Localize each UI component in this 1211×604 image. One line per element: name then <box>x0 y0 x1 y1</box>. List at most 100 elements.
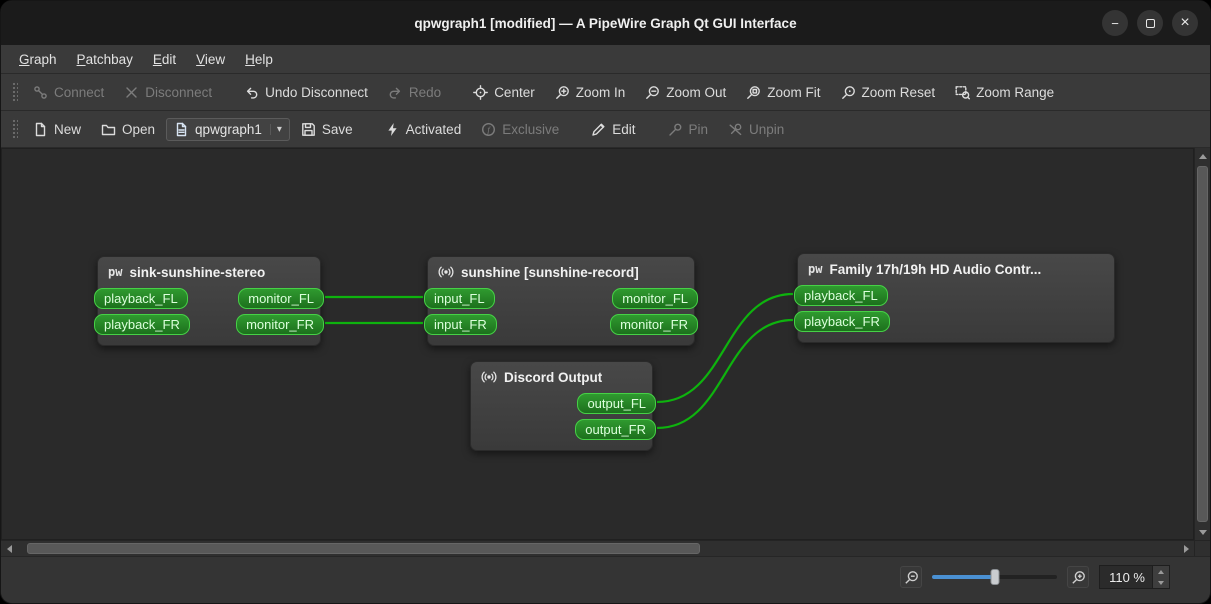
zoom-fit-button[interactable]: Zoom Fit <box>737 80 829 105</box>
exclusive-label: Exclusive <box>502 121 560 137</box>
zoom-out-icon <box>904 570 918 584</box>
zoom-out-button[interactable] <box>900 566 922 588</box>
port-playback_FR[interactable]: playback_FR <box>94 313 190 335</box>
node-title: Discord Output <box>504 369 603 385</box>
vertical-scrollbar[interactable] <box>1194 148 1210 540</box>
maximize-icon <box>1145 18 1155 28</box>
scroll-right-arrow[interactable] <box>1178 541 1194 556</box>
connect-button[interactable]: Connect <box>24 80 113 105</box>
spin-up-button[interactable] <box>1153 566 1169 577</box>
new-label: New <box>54 121 82 137</box>
connect-label: Connect <box>54 84 105 100</box>
menu-view[interactable]: View <box>186 45 235 73</box>
spin-down-button[interactable] <box>1153 577 1169 588</box>
toolbar-drag-handle[interactable] <box>11 81 18 103</box>
undo-icon <box>244 85 259 100</box>
activated-button[interactable]: Activated <box>376 117 471 142</box>
chevron-down-icon: ▾ <box>269 123 282 135</box>
scroll-left-arrow[interactable] <box>1 541 17 556</box>
disconnect-label: Disconnect <box>145 84 213 100</box>
pencil-icon <box>591 122 606 137</box>
menu-edit[interactable]: Edit <box>143 45 186 73</box>
port-playback_FL[interactable]: playback_FL <box>94 287 188 309</box>
zoom-reset-icon <box>841 85 856 100</box>
pin-label: Pin <box>688 121 709 137</box>
horizontal-scroll-track[interactable] <box>17 541 1178 556</box>
undo-disconnect-button[interactable]: Undo Disconnect <box>235 80 377 105</box>
save-icon <box>301 122 316 137</box>
graph-canvas[interactable]: pw sink-sunshine-stereo playback_FL monitor… <box>1 148 1194 540</box>
zoom-fit-label: Zoom Fit <box>767 84 821 100</box>
zoom-slider-handle[interactable] <box>990 569 999 585</box>
zoom-out-button[interactable]: Zoom Out <box>636 80 735 105</box>
graph-node-sink[interactable]: pw sink-sunshine-stereo playback_FL monitor… <box>94 256 324 346</box>
titlebar: qpwgraph1 [modified] — A PipeWire Graph … <box>1 1 1210 45</box>
port-playback_FR[interactable]: playback_FR <box>794 310 890 332</box>
port-monitor_FL[interactable]: monitor_FL <box>612 287 698 309</box>
vertical-scroll-track[interactable] <box>1195 164 1210 524</box>
scrollbar-corner <box>1194 541 1210 556</box>
file-icon <box>174 122 189 137</box>
statusbar: 110 % <box>1 556 1210 603</box>
zoom-out-icon <box>645 85 660 100</box>
zoom-out-label: Zoom Out <box>666 84 727 100</box>
graph-node-sunshine[interactable]: sunshine [sunshine-record] input_FL monito… <box>424 256 698 346</box>
svg-text:f: f <box>488 124 492 134</box>
port-output_FL[interactable]: output_FL <box>577 392 656 414</box>
toolbar-drag-handle[interactable] <box>11 118 18 140</box>
scroll-up-arrow[interactable] <box>1195 148 1210 164</box>
new-button[interactable]: New <box>24 117 90 142</box>
save-button[interactable]: Save <box>292 117 362 142</box>
activated-label: Activated <box>405 121 462 137</box>
disconnect-icon <box>124 85 139 100</box>
zoom-in-icon <box>555 85 570 100</box>
minimize-button[interactable]: − <box>1102 10 1128 36</box>
open-label: Open <box>122 121 156 137</box>
horizontal-scrollbar[interactable] <box>1 540 1210 556</box>
exclusive-button[interactable]: f Exclusive <box>472 117 568 142</box>
port-output_FR[interactable]: output_FR <box>575 418 656 440</box>
zoom-spinbox[interactable]: 110 % <box>1099 565 1170 589</box>
save-label: Save <box>321 121 353 137</box>
zoom-range-button[interactable]: Zoom Range <box>946 80 1063 105</box>
menu-help[interactable]: Help <box>235 45 283 73</box>
menu-patchbay[interactable]: Patchbay <box>67 45 143 73</box>
open-button[interactable]: Open <box>92 117 164 142</box>
pin-icon <box>668 122 683 137</box>
unpin-label: Unpin <box>749 121 785 137</box>
zoom-slider[interactable] <box>932 569 1057 585</box>
pipewire-icon: pw <box>808 262 823 276</box>
menu-graph[interactable]: Graph <box>9 45 67 73</box>
redo-button[interactable]: Redo <box>379 80 450 105</box>
port-input_FL[interactable]: input_FL <box>424 287 495 309</box>
center-icon <box>473 84 489 100</box>
zoom-in-button[interactable] <box>1067 566 1089 588</box>
zoom-fit-icon <box>746 85 761 100</box>
disconnect-button[interactable]: Disconnect <box>115 80 221 105</box>
port-playback_FL[interactable]: playback_FL <box>794 284 888 306</box>
zoom-in-button[interactable]: Zoom In <box>546 80 635 105</box>
window-controls: − × <box>1102 1 1198 45</box>
close-button[interactable]: × <box>1172 10 1198 36</box>
vertical-scroll-thumb[interactable] <box>1197 166 1208 522</box>
pin-button[interactable]: Pin <box>659 117 718 142</box>
port-monitor_FR[interactable]: monitor_FR <box>610 313 698 335</box>
scroll-down-arrow[interactable] <box>1195 524 1210 540</box>
patchbay-combo-dropdown[interactable]: qpwgraph1 ▾ <box>166 117 290 141</box>
edit-button[interactable]: Edit <box>582 117 644 142</box>
port-input_FR[interactable]: input_FR <box>424 313 497 335</box>
maximize-button[interactable] <box>1137 10 1163 36</box>
port-monitor_FL[interactable]: monitor_FL <box>238 287 324 309</box>
zoom-value[interactable]: 110 % <box>1100 566 1152 588</box>
unpin-button[interactable]: Unpin <box>719 117 793 142</box>
toolbar-graph: Connect Disconnect Undo Disconnect Redo Cent… <box>1 74 1210 111</box>
connect-icon <box>33 85 48 100</box>
center-button[interactable]: Center <box>464 80 544 105</box>
zoom-reset-button[interactable]: Zoom Reset <box>832 80 945 105</box>
zoom-in-icon <box>1071 570 1085 584</box>
graph-node-discord[interactable]: Discord Output output_FL output_FR <box>470 361 656 451</box>
graph-node-family[interactable]: pw Family 17h/19h HD Audio Contr... playba… <box>794 253 1115 343</box>
horizontal-scroll-thumb[interactable] <box>27 543 701 554</box>
canvas-area: pw sink-sunshine-stereo playback_FL monitor… <box>1 148 1210 540</box>
port-monitor_FR[interactable]: monitor_FR <box>236 313 324 335</box>
